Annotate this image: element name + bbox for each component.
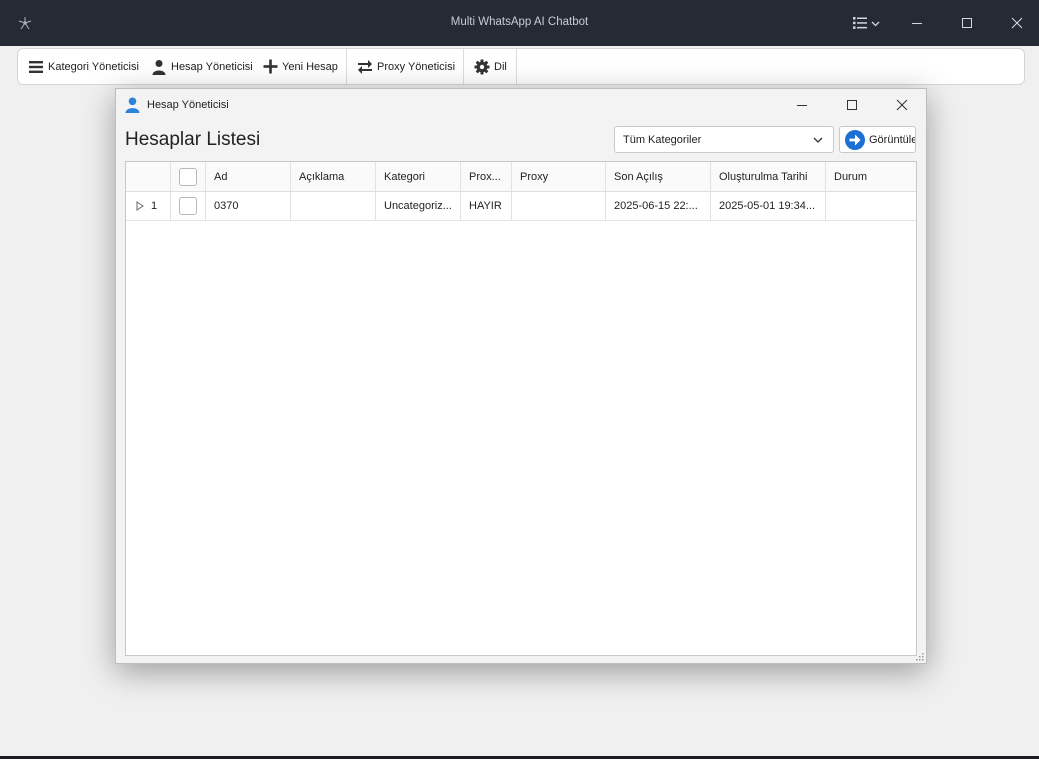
column-header-ad[interactable]: Ad bbox=[206, 162, 291, 191]
header-row-indicator bbox=[126, 162, 171, 191]
dialog-title: Hesap Yöneticisi bbox=[147, 99, 229, 111]
category-filter-value: Tüm Kategoriler bbox=[623, 134, 702, 146]
cell-olusturulma[interactable]: 2025-05-01 19:34... bbox=[711, 192, 826, 220]
account-manager-dialog: Hesap Yöneticisi Hesaplar Listesi Tüm Ka… bbox=[115, 88, 927, 664]
proxy-manager-button[interactable]: Proxy Yöneticisi bbox=[357, 49, 455, 84]
language-button[interactable]: Dil bbox=[474, 49, 507, 84]
maximize-button[interactable] bbox=[954, 11, 980, 35]
column-header-aciklama[interactable]: Açıklama bbox=[291, 162, 376, 191]
toolbar-divider bbox=[516, 49, 517, 84]
dialog-minimize-button[interactable] bbox=[787, 94, 817, 116]
column-header-son-acilis[interactable]: Son Açılış bbox=[606, 162, 711, 191]
account-manager-label: Hesap Yöneticisi bbox=[171, 60, 253, 73]
table-row[interactable]: 1 0370 Uncategoriz... HAYIR 2025-06-15 2… bbox=[126, 192, 916, 221]
table-header: Ad Açıklama Kategori Prox... Proxy Son A… bbox=[126, 162, 916, 192]
account-manager-button[interactable]: Hesap Yöneticisi bbox=[151, 49, 253, 84]
category-manager-label: Kategori Yöneticisi bbox=[48, 60, 139, 73]
cell-aciklama[interactable] bbox=[291, 192, 376, 220]
maximize-icon bbox=[962, 18, 972, 28]
close-icon bbox=[896, 99, 908, 111]
row-index: 1 bbox=[151, 200, 158, 212]
row-checkbox[interactable] bbox=[179, 197, 197, 215]
resize-grip-icon[interactable] bbox=[916, 653, 924, 661]
new-account-button[interactable]: Yeni Hesap bbox=[263, 49, 338, 84]
column-header-durum[interactable]: Durum bbox=[826, 162, 916, 191]
new-account-label: Yeni Hesap bbox=[282, 60, 338, 73]
dialog-close-button[interactable] bbox=[887, 94, 917, 116]
expand-arrow-icon[interactable] bbox=[136, 201, 144, 211]
column-header-proxy[interactable]: Proxy bbox=[512, 162, 606, 191]
gear-icon bbox=[474, 59, 490, 74]
view-button[interactable]: Görüntüle bbox=[839, 126, 916, 153]
chevron-down-icon bbox=[813, 137, 823, 143]
close-icon bbox=[1011, 17, 1023, 29]
cell-son-acilis[interactable]: 2025-06-15 22:... bbox=[606, 192, 711, 220]
toolbar-divider bbox=[463, 49, 464, 84]
page-title: Hesaplar Listesi bbox=[125, 129, 261, 150]
view-menu-button[interactable] bbox=[852, 12, 890, 34]
column-header-kategori[interactable]: Kategori bbox=[376, 162, 461, 191]
view-button-label: Görüntüle bbox=[869, 134, 916, 146]
close-button[interactable] bbox=[1004, 11, 1030, 35]
list-icon bbox=[853, 17, 867, 29]
cell-proxy[interactable] bbox=[512, 192, 606, 220]
accounts-table: Ad Açıklama Kategori Prox... Proxy Son A… bbox=[125, 161, 917, 656]
dialog-maximize-button[interactable] bbox=[837, 94, 867, 116]
plus-icon bbox=[263, 59, 278, 74]
main-titlebar: Multi WhatsApp AI Chatbot bbox=[0, 0, 1039, 46]
swap-arrows-icon bbox=[358, 59, 372, 74]
hamburger-icon bbox=[29, 60, 43, 73]
arrow-right-circle-icon bbox=[845, 130, 865, 150]
main-toolbar: Kategori Yöneticisi Hesap Yöneticisi Yen… bbox=[17, 48, 1025, 85]
column-header-proxy-enabled[interactable]: Prox... bbox=[461, 162, 512, 191]
language-label: Dil bbox=[494, 60, 507, 73]
user-icon bbox=[125, 97, 140, 113]
proxy-manager-label: Proxy Yöneticisi bbox=[377, 60, 456, 73]
cell-proxy-enabled[interactable]: HAYIR bbox=[461, 192, 512, 220]
user-icon bbox=[152, 59, 166, 75]
maximize-icon bbox=[847, 100, 857, 110]
cell-ad[interactable]: 0370 bbox=[206, 192, 291, 220]
row-select-cell bbox=[171, 192, 206, 220]
toolbar-divider bbox=[346, 49, 347, 84]
category-manager-button[interactable]: Kategori Yöneticisi bbox=[28, 49, 139, 84]
chevron-down-icon bbox=[871, 21, 880, 26]
cell-kategori[interactable]: Uncategoriz... bbox=[376, 192, 461, 220]
dialog-titlebar: Hesap Yöneticisi bbox=[116, 89, 926, 121]
select-all-checkbox[interactable] bbox=[179, 167, 197, 186]
cell-durum[interactable] bbox=[826, 192, 916, 220]
column-header-olusturulma[interactable]: Oluşturulma Tarihi bbox=[711, 162, 826, 191]
header-select-all bbox=[171, 162, 206, 191]
category-filter-select[interactable]: Tüm Kategoriler bbox=[614, 126, 834, 153]
minimize-button[interactable] bbox=[904, 11, 930, 35]
minimize-icon bbox=[912, 23, 922, 24]
minimize-icon bbox=[797, 105, 807, 106]
row-indicator: 1 bbox=[126, 192, 171, 220]
